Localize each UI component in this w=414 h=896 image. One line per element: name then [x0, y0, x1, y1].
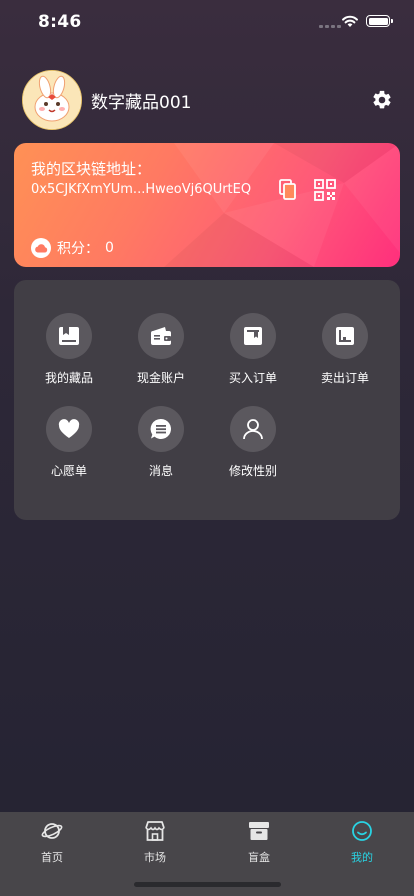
home-indicator: [134, 882, 281, 887]
tab-mine[interactable]: 我的: [327, 820, 397, 865]
menu-label: 心愿单: [50, 464, 87, 478]
menu-item-cash-account[interactable]: 现金账户: [115, 313, 207, 386]
status-bar: 8:46: [0, 0, 414, 46]
tab-home[interactable]: 首页: [17, 820, 87, 865]
tab-label: 首页: [41, 851, 63, 864]
smile-icon: [352, 821, 372, 841]
avatar[interactable]: [22, 70, 82, 130]
menu-item-sell-orders[interactable]: 卖出订单: [299, 313, 391, 386]
points-row: 积分： 0: [31, 238, 114, 258]
tab-label: 盲盒: [248, 851, 270, 864]
points-label: 积分：: [57, 241, 99, 257]
heart-icon: [58, 419, 80, 438]
sell-order-icon: [336, 327, 354, 345]
menu-item-wishlist[interactable]: 心愿单: [23, 406, 115, 479]
qr-code-icon[interactable]: [314, 179, 336, 201]
status-time: 8:46: [38, 12, 82, 32]
cloud-icon: [31, 238, 51, 258]
menu-item-messages[interactable]: 消息: [115, 406, 207, 479]
blockchain-address-card: 我的区块链地址： 0x5CJKfXmYUm...HweoVj6QUrtEQ 积分…: [14, 143, 400, 267]
menu-item-buy-orders[interactable]: 买入订单: [207, 313, 299, 386]
box-icon: [249, 822, 269, 840]
username: 数字藏品001: [91, 93, 192, 113]
wallet-icon: [151, 327, 171, 345]
copy-icon[interactable]: [278, 179, 298, 201]
chain-address-title: 我的区块链地址：: [31, 160, 152, 178]
menu-label: 买入订单: [228, 371, 277, 385]
menu-item-change-gender[interactable]: 修改性别: [207, 406, 299, 479]
rabbit-avatar-icon: [23, 71, 81, 129]
function-menu-panel: 我的藏品 现金账户 买入订单 卖出订单 心愿单 消息 修改性别: [14, 280, 400, 520]
menu-label: 我的藏品: [44, 371, 93, 385]
menu-label: 消息: [148, 464, 173, 478]
chain-address-value: 0x5CJKfXmYUm...HweoVj6QUrtEQ: [31, 182, 252, 197]
buy-order-icon: [244, 327, 262, 345]
tab-label: 市场: [144, 851, 166, 864]
tab-blind-box[interactable]: 盲盒: [224, 820, 294, 865]
battery-icon: [366, 15, 393, 27]
menu-label: 卖出订单: [320, 371, 369, 385]
profile-header: 数字藏品001: [22, 70, 392, 130]
tab-market[interactable]: 市场: [120, 820, 190, 865]
gear-icon[interactable]: [371, 89, 393, 111]
menu-label: 修改性别: [228, 464, 277, 478]
tab-label: 我的: [351, 851, 373, 864]
points-value: 0: [105, 240, 114, 256]
menu-item-my-collection[interactable]: 我的藏品: [23, 313, 115, 386]
wifi-icon: [342, 15, 358, 27]
person-icon: [243, 419, 263, 440]
message-icon: [150, 418, 171, 439]
planet-icon: [41, 823, 63, 839]
shop-icon: [145, 821, 165, 841]
cellular-signal-icon: [319, 25, 341, 28]
menu-label: 现金账户: [136, 371, 185, 385]
collection-icon: [59, 327, 79, 345]
